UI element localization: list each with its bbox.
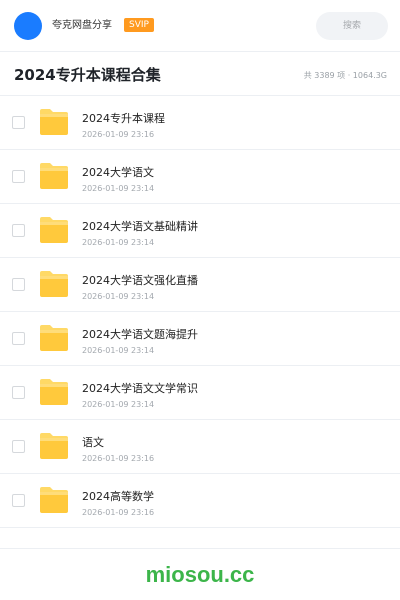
select-checkbox[interactable] <box>12 386 25 399</box>
select-checkbox[interactable] <box>12 116 25 129</box>
file-date: 2026-01-09 23:14 <box>82 184 155 193</box>
file-date: 2026-01-09 23:14 <box>82 346 155 355</box>
file-name: 2024大学语文题海提升 <box>82 328 198 341</box>
select-checkbox[interactable] <box>12 440 25 453</box>
page-title: 2024专升本课程合集 <box>14 66 161 84</box>
select-checkbox[interactable] <box>12 332 25 345</box>
file-name: 2024大学语文强化直播 <box>82 274 198 287</box>
file-date: 2026-01-09 23:14 <box>82 292 155 301</box>
file-row[interactable]: 2024大学语文基础精讲 2026-01-09 23:14 <box>0 204 400 258</box>
file-row[interactable]: 2024大学语文文学常识 2026-01-09 23:14 <box>0 366 400 420</box>
header: 夸克网盘分享 SVIP <box>0 0 400 52</box>
file-date: 2026-01-09 23:14 <box>82 400 155 409</box>
file-date: 2026-01-09 23:16 <box>82 130 155 139</box>
file-row[interactable]: 2024高等数学 2026-01-09 23:16 <box>0 474 400 528</box>
search-input[interactable] <box>316 12 388 40</box>
folder-icon <box>40 487 68 513</box>
watermark-text: miosou.cc <box>145 562 255 587</box>
folder-icon <box>40 379 68 405</box>
file-list: 2024专升本课程 2026-01-09 23:16 2024大学语文 2026… <box>0 96 400 528</box>
folder-icon <box>40 433 68 459</box>
select-checkbox[interactable] <box>12 224 25 237</box>
folder-icon <box>40 325 68 351</box>
brand-name: 夸克网盘分享 <box>52 20 112 31</box>
file-name: 2024大学语文 <box>82 166 154 179</box>
file-row[interactable]: 2024大学语文 2026-01-09 23:14 <box>0 150 400 204</box>
file-name: 2024大学语文基础精讲 <box>82 220 198 233</box>
file-name: 2024大学语文文学常识 <box>82 382 198 395</box>
folder-icon <box>40 271 68 297</box>
folder-icon <box>40 217 68 243</box>
app: 夸克网盘分享 SVIP 2024专升本课程合集 共 3389 项 · 1064.… <box>0 0 400 600</box>
select-checkbox[interactable] <box>12 170 25 183</box>
svip-badge: SVIP <box>124 18 154 32</box>
title-row: 2024专升本课程合集 共 3389 项 · 1064.3G <box>0 52 400 96</box>
file-row[interactable]: 2024大学语文题海提升 2026-01-09 23:14 <box>0 312 400 366</box>
file-row[interactable]: 2024专升本课程 2026-01-09 23:16 <box>0 96 400 150</box>
avatar[interactable] <box>14 12 42 40</box>
item-count-meta: 共 3389 项 · 1064.3G <box>303 71 387 80</box>
file-row[interactable]: 2024大学语文强化直播 2026-01-09 23:14 <box>0 258 400 312</box>
file-name: 语文 <box>82 436 104 449</box>
file-date: 2026-01-09 23:16 <box>82 454 155 463</box>
file-date: 2026-01-09 23:14 <box>82 238 155 247</box>
footer: miosou.cc <box>0 548 400 600</box>
file-name: 2024高等数学 <box>82 490 154 503</box>
select-checkbox[interactable] <box>12 278 25 291</box>
file-date: 2026-01-09 23:16 <box>82 508 155 517</box>
file-name: 2024专升本课程 <box>82 112 165 125</box>
folder-icon <box>40 163 68 189</box>
file-row[interactable]: 语文 2026-01-09 23:16 <box>0 420 400 474</box>
folder-icon <box>40 109 68 135</box>
select-checkbox[interactable] <box>12 494 25 507</box>
